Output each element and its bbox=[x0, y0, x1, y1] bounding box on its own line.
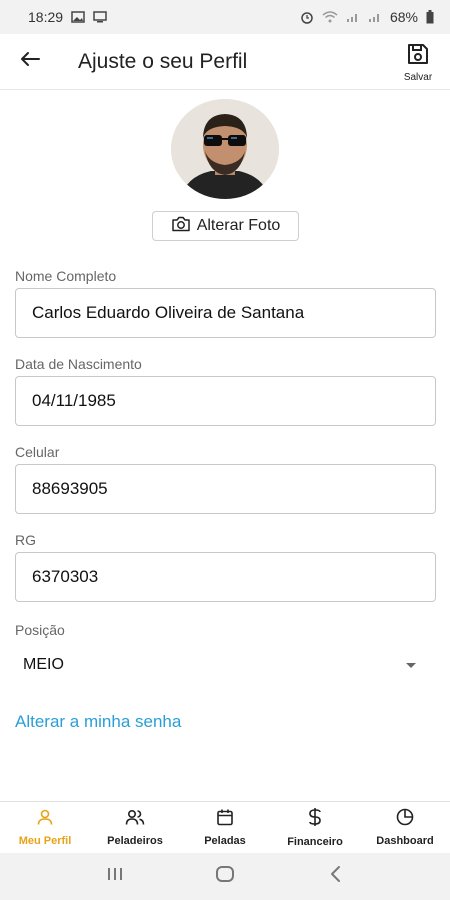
app-bar: Ajuste o seu Perfil Salvar bbox=[0, 34, 450, 90]
nav-label: Peladas bbox=[204, 835, 246, 847]
nav-item-peladeiros[interactable]: Peladeiros bbox=[90, 802, 180, 853]
system-nav bbox=[0, 853, 450, 900]
full-name-label: Nome Completo bbox=[15, 268, 117, 284]
change-photo-label: Alterar Foto bbox=[196, 217, 281, 234]
arrow-left-icon bbox=[20, 51, 40, 72]
camera-icon bbox=[171, 216, 191, 237]
recent-apps-icon bbox=[106, 866, 124, 887]
home-button[interactable] bbox=[205, 857, 245, 897]
caret-down-icon bbox=[406, 662, 416, 668]
status-bar: 18:29 68% bbox=[0, 0, 450, 34]
nav-label: Peladeiros bbox=[107, 835, 163, 847]
nav-item-dashboard[interactable]: Dashboard bbox=[360, 802, 450, 853]
bottom-nav: Meu Perfil Peladeiros Peladas Financeiro… bbox=[0, 801, 450, 853]
floppy-disk-icon bbox=[406, 42, 430, 71]
nav-item-financeiro[interactable]: Financeiro bbox=[270, 802, 360, 853]
home-icon bbox=[215, 865, 235, 888]
nav-label: Dashboard bbox=[376, 835, 434, 847]
battery-percent: 68% bbox=[389, 9, 418, 25]
pie-chart-icon bbox=[396, 808, 414, 831]
system-back-button[interactable] bbox=[315, 857, 355, 897]
save-label: Salvar bbox=[403, 72, 433, 83]
birth-date-input[interactable] bbox=[15, 376, 436, 426]
signal-icon bbox=[346, 11, 360, 23]
change-photo-button[interactable]: Alterar Foto bbox=[152, 211, 299, 241]
status-right: 68% bbox=[300, 9, 434, 25]
position-label: Posição bbox=[15, 622, 65, 638]
rg-input[interactable] bbox=[15, 552, 436, 602]
alarm-icon bbox=[300, 10, 314, 24]
birth-date-label: Data de Nascimento bbox=[15, 356, 142, 372]
signal-icon bbox=[368, 11, 382, 23]
rg-label: RG bbox=[15, 532, 36, 548]
page-title: Ajuste o seu Perfil bbox=[78, 49, 248, 73]
wifi-icon bbox=[322, 11, 338, 23]
phone-label: Celular bbox=[15, 444, 60, 460]
calendar-icon bbox=[216, 808, 234, 831]
position-select[interactable]: MEIO bbox=[15, 645, 436, 685]
position-value: MEIO bbox=[23, 656, 64, 673]
user-icon bbox=[36, 808, 54, 831]
users-icon bbox=[125, 808, 145, 831]
status-time: 18:29 bbox=[28, 9, 64, 25]
chevron-left-icon bbox=[329, 865, 341, 888]
change-password-link[interactable]: Alterar a minha senha bbox=[15, 712, 181, 732]
dollar-icon bbox=[308, 807, 322, 832]
status-left: 18:29 bbox=[28, 9, 107, 25]
avatar bbox=[171, 99, 279, 199]
save-button[interactable]: Salvar bbox=[400, 42, 436, 83]
recent-apps-button[interactable] bbox=[95, 857, 135, 897]
nav-item-meu-perfil[interactable]: Meu Perfil bbox=[0, 802, 90, 853]
nav-item-peladas[interactable]: Peladas bbox=[180, 802, 270, 853]
phone-input[interactable] bbox=[15, 464, 436, 514]
monitor-icon bbox=[93, 11, 107, 23]
nav-label: Meu Perfil bbox=[18, 835, 72, 847]
back-button[interactable] bbox=[0, 34, 60, 90]
battery-icon bbox=[426, 10, 434, 24]
full-name-input[interactable] bbox=[15, 288, 436, 338]
nav-label: Financeiro bbox=[287, 836, 343, 848]
image-icon bbox=[71, 11, 85, 23]
